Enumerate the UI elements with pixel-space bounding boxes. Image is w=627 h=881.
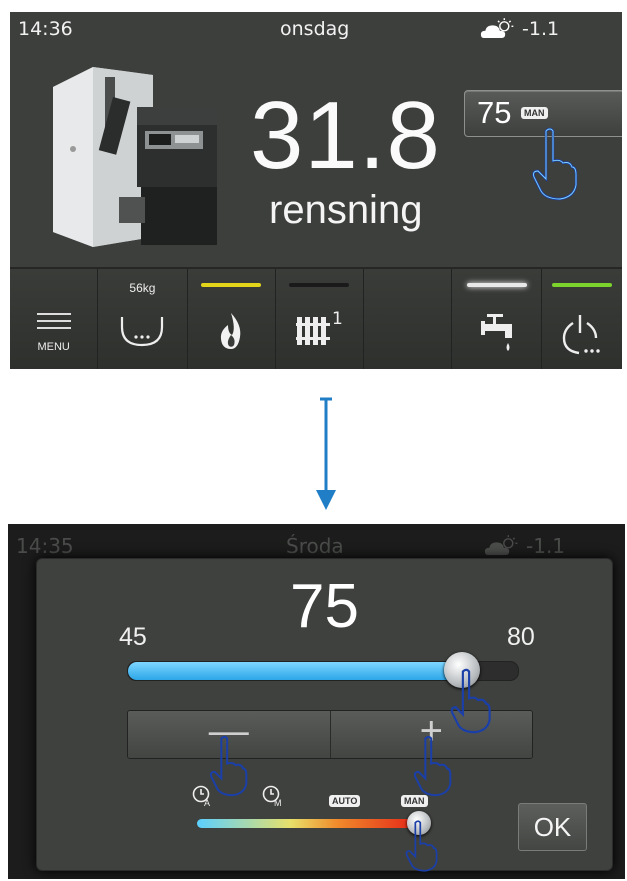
setpoint-slider-knob[interactable] [444, 652, 481, 688]
increment-button[interactable]: + [330, 710, 532, 758]
setpoint-value: 75 [477, 95, 512, 130]
man-mode-badge: MAN [521, 107, 548, 119]
status-weather: -1.1 [484, 534, 565, 558]
minus-icon: — [208, 710, 249, 753]
transition-arrow-icon [316, 397, 336, 510]
manual-mode[interactable]: MAN [401, 789, 428, 808]
hot-water-button[interactable] [452, 269, 542, 369]
setpoint-button[interactable]: 75 MAN [464, 90, 622, 137]
hot-water-status-indicator [466, 283, 527, 287]
setpoint-dialog: 75 45 80 — + A M AUTO MAN OK [36, 558, 613, 871]
outdoor-temperature: -1.1 [522, 18, 560, 40]
power-standby-icon [562, 315, 600, 355]
operating-mode: rensning [269, 188, 423, 232]
radiator-circuit-button[interactable]: 1 [275, 269, 365, 369]
clock-a-icon: A [192, 785, 210, 808]
status-day: onsdag [280, 18, 350, 40]
menu-button[interactable]: MENU [10, 269, 99, 369]
status-time: 14:35 [16, 534, 74, 558]
controller-main-screen: 14:36 onsdag -1.1 31.8 rensning 75 MAN M… [10, 12, 622, 369]
status-time: 14:36 [18, 18, 73, 40]
setpoint-slider-fill [128, 662, 463, 680]
burner-button[interactable] [187, 269, 276, 369]
clock-auto-mode[interactable]: A [192, 785, 214, 811]
menu-label: MENU [37, 341, 70, 353]
ok-button[interactable]: OK [518, 803, 587, 851]
slider-max-label: 80 [507, 623, 535, 651]
setpoint-dialog-screen: 14:35 Środa -1.1 75 45 80 — + A M AUTO M… [8, 524, 625, 879]
radiator-status-indicator [289, 283, 350, 287]
status-day: Środa [286, 534, 344, 558]
empty-slot [364, 269, 453, 369]
clock-m-icon: M [262, 785, 282, 808]
plus-icon: + [419, 710, 443, 753]
boiler-image [53, 67, 217, 247]
power-button[interactable] [541, 269, 622, 369]
partly-cloudy-icon [480, 18, 514, 38]
bottom-navigation-bar: MENU 56kg 1 [10, 267, 622, 369]
outdoor-temperature: -1.1 [526, 534, 566, 558]
partly-cloudy-icon [484, 535, 518, 555]
current-temperature: 31.8 [250, 82, 441, 189]
radiator-circuit-number: 1 [332, 309, 343, 329]
flame-icon [221, 313, 241, 349]
svg-text:M: M [274, 798, 282, 807]
mode-slider-track[interactable] [197, 811, 432, 835]
radiator-icon [296, 317, 331, 345]
slider-min-label: 45 [119, 623, 147, 651]
fuel-hopper-button[interactable]: 56kg [98, 269, 188, 369]
setpoint-stepper: — + [127, 710, 533, 759]
hamburger-menu-icon [37, 313, 71, 329]
mode-slider-knob[interactable] [407, 811, 432, 835]
fuel-level-label: 56kg [129, 281, 156, 295]
man-mode-badge: MAN [401, 795, 428, 807]
status-weather: -1.1 [480, 18, 559, 40]
mode-selector-labels: A M AUTO MAN [192, 785, 462, 809]
setpoint-slider-track[interactable] [127, 652, 519, 688]
svg-text:A: A [204, 798, 210, 807]
auto-mode-badge: AUTO [329, 795, 361, 807]
decrement-button[interactable]: — [128, 711, 331, 758]
power-status-indicator [551, 283, 612, 287]
auto-mode[interactable]: AUTO [329, 789, 361, 808]
clock-manual-mode[interactable]: M [262, 785, 284, 811]
touch-hand-icon [532, 127, 578, 201]
fuel-hopper-icon [121, 317, 164, 347]
water-tap-icon [480, 314, 512, 351]
burner-status-indicator [201, 283, 262, 287]
